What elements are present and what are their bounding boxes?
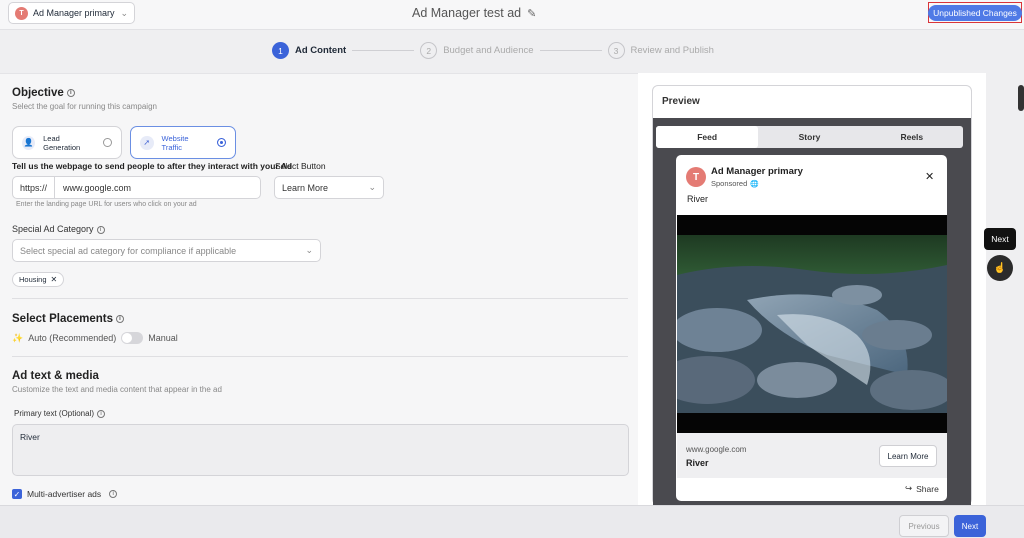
primary-text-area[interactable]: River <box>12 424 629 476</box>
ad-url: www.google.com <box>686 445 747 454</box>
webpage-label: Tell us the webpage to send people to af… <box>12 161 293 171</box>
divider <box>12 298 628 299</box>
primary-text-label: Primary text (Optional) <box>14 409 95 418</box>
divider <box>12 356 628 357</box>
stepper: 1 Ad Content 2 Budget and Audience 3 Rev… <box>272 42 714 59</box>
ad-title-text: Ad Manager test ad <box>412 6 522 20</box>
step-3-number: 3 <box>607 42 625 59</box>
special-category-label: Special Ad Category <box>12 224 94 234</box>
share-icon: ↪ <box>905 483 913 493</box>
primary-text-heading: Primary text (Optional) i <box>14 409 106 418</box>
tag-label: Housing <box>19 275 47 284</box>
ad-text-title: Ad text & media <box>12 370 99 382</box>
pencil-icon[interactable]: ✎ <box>527 7 536 20</box>
close-icon[interactable]: ✕ <box>51 275 58 284</box>
share-label: Share <box>916 483 939 494</box>
tab-feed[interactable]: Feed <box>656 126 759 148</box>
select-button-value: Learn More <box>282 182 329 193</box>
close-icon[interactable]: ✕ <box>925 170 934 183</box>
select-button-dropdown[interactable]: Learn More ⌄ <box>274 176 384 199</box>
info-icon[interactable]: i <box>96 225 105 234</box>
multi-advertiser-checkbox[interactable]: ✓ <box>12 489 22 499</box>
unpublished-changes-label: Unpublished Changes <box>928 4 1022 21</box>
chevron-down-icon: ⌄ <box>120 7 128 18</box>
preview-title: Preview <box>662 96 700 107</box>
cursor-icon: ➚ <box>140 135 154 150</box>
objective-website-traffic[interactable]: ➚ Website Traffic <box>130 126 236 159</box>
preview-tabs: Feed Story Reels <box>656 126 963 148</box>
step-2-number: 2 <box>420 42 438 59</box>
learn-more-button[interactable]: Learn More <box>879 445 937 467</box>
special-category-heading: Special Ad Category i <box>12 224 105 234</box>
placements-toggle[interactable] <box>121 332 144 344</box>
previous-button[interactable]: Previous <box>899 515 949 537</box>
lead-generation-label: Lead Generation <box>43 133 81 152</box>
select-button-label: Select Button <box>275 161 326 171</box>
placements-heading: Select Placements i <box>12 313 125 325</box>
url-prefix: https:// <box>13 177 55 198</box>
special-category-select[interactable]: Select special ad category for complianc… <box>12 239 321 262</box>
objective-heading: Objective i <box>12 87 75 99</box>
step-divider <box>539 50 602 51</box>
step-1-number: 1 <box>272 42 289 59</box>
pointer-hand-icon[interactable]: ☝ <box>987 255 1013 281</box>
chevron-down-icon: ⌄ <box>368 182 376 192</box>
webpage-url-field[interactable]: https:// www.google.com <box>12 176 261 199</box>
multi-advertiser-row: ✓ Multi-advertiser ads i <box>12 489 118 499</box>
chevron-down-icon: ⌄ <box>305 245 313 255</box>
placements-title: Select Placements <box>12 313 114 325</box>
ad-image <box>677 215 947 433</box>
objective-subtitle: Select the goal for running this campaig… <box>12 102 157 111</box>
info-icon[interactable]: i <box>66 88 75 97</box>
objective-title: Objective <box>12 87 64 99</box>
user-icon: 👤 <box>22 135 36 150</box>
step-3-label[interactable]: Review and Publish <box>631 45 714 56</box>
auto-label: Auto (Recommended) <box>28 333 117 343</box>
next-button[interactable]: Next <box>954 515 986 537</box>
account-selector[interactable]: T Ad Manager primary ⌄ <box>8 2 135 24</box>
ad-text-subtitle: Customize the text and media content tha… <box>12 385 222 394</box>
website-traffic-radio[interactable] <box>217 138 226 147</box>
placements-toggle-row: ✨ Auto (Recommended) Manual <box>12 332 178 344</box>
step-1-label[interactable]: Ad Content <box>295 45 346 56</box>
account-name: Ad Manager primary <box>33 8 115 18</box>
next-tooltip: Next <box>984 228 1016 250</box>
tab-story[interactable]: Story <box>758 126 860 148</box>
ad-caption: River <box>687 194 709 204</box>
url-value[interactable]: www.google.com <box>55 183 131 193</box>
sparkle-icon: ✨ <box>12 332 24 343</box>
manual-label: Manual <box>148 333 178 343</box>
ad-title[interactable]: Ad Manager test ad ✎ <box>412 6 536 20</box>
special-category-placeholder: Select special ad category for complianc… <box>20 245 237 256</box>
account-avatar: T <box>15 6 28 20</box>
objective-lead-generation[interactable]: 👤 Lead Generation <box>12 126 122 159</box>
special-category-tag: Housing ✕ <box>12 272 65 287</box>
lead-generation-radio[interactable] <box>103 138 112 147</box>
unpublished-changes-badge[interactable]: Unpublished Changes <box>928 2 1022 23</box>
page-avatar: T <box>686 167 706 187</box>
website-traffic-label: Website Traffic <box>161 133 189 152</box>
step-2-label[interactable]: Budget and Audience <box>443 45 533 56</box>
info-icon[interactable]: i <box>116 314 125 323</box>
globe-icon: 🌐 <box>750 180 759 188</box>
tab-reels[interactable]: Reels <box>861 126 963 148</box>
webpage-hint: Enter the landing page URL for users who… <box>16 201 197 208</box>
info-icon[interactable]: i <box>109 490 118 498</box>
share-button[interactable]: ↪ Share <box>905 483 939 494</box>
river-photo <box>677 215 947 433</box>
scroll-handle[interactable] <box>1018 85 1024 111</box>
multi-advertiser-label: Multi-advertiser ads <box>27 489 102 499</box>
step-divider <box>352 50 415 51</box>
sponsored-row: Sponsored 🌐 <box>711 179 759 188</box>
sponsored-label: Sponsored <box>711 179 748 188</box>
info-icon[interactable]: i <box>97 409 106 418</box>
footer-bar <box>0 505 1024 538</box>
ad-headline: River <box>686 458 709 468</box>
ad-page-name: Ad Manager primary <box>711 166 803 177</box>
